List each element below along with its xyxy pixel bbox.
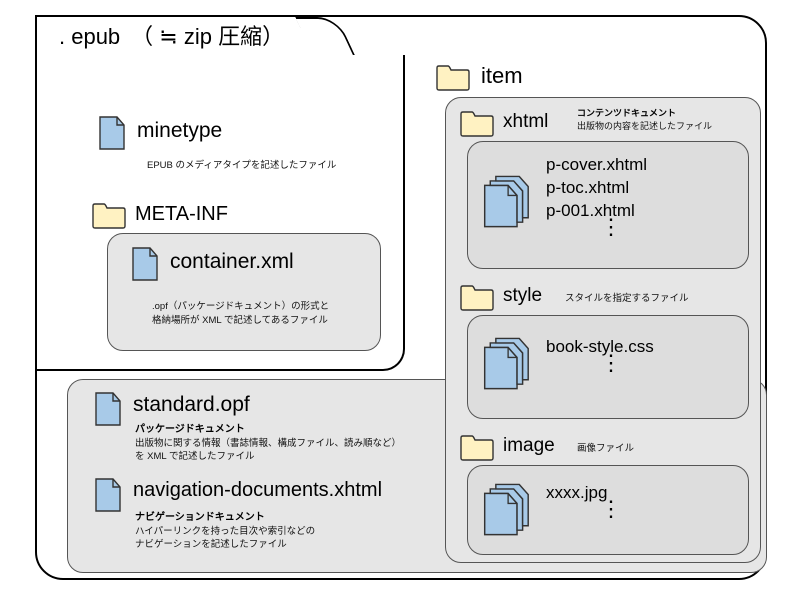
nav-sub: ナビゲーションドキュメント [135, 511, 265, 524]
standard-desc1: 出版物に関する情報（書誌情報、構成ファイル、読み順など） [135, 437, 401, 450]
style-desc: スタイルを指定するファイル [565, 292, 689, 305]
file-icon [93, 477, 123, 513]
style-box: book-style.css ⋮ [467, 315, 749, 419]
metainf-desc1: .opf（パッケージドキュメント）の形式と [152, 300, 329, 313]
epub-title: . epub （ ≒ zip 圧縮） [59, 19, 284, 51]
epub-container: . epub （ ≒ zip 圧縮） minetype EPUB のメディアタイ… [35, 15, 767, 580]
minetype-desc: EPUB のメディアタイプを記述したファイル [147, 159, 336, 172]
folder-icon [435, 63, 471, 91]
xhtml-sub: コンテンツドキュメント [577, 108, 676, 120]
container-label: container.xml [170, 250, 294, 274]
image-label: image [503, 435, 555, 457]
xhtml-file: p-toc.xhtml [546, 177, 647, 200]
standard-desc2: を XML で記述したファイル [135, 450, 254, 463]
metainf-desc2: 格納場所が XML で記述してあるファイル [152, 314, 328, 327]
metainf-box: container.xml .opf（パッケージドキュメント）の形式と 格納場所… [107, 233, 381, 351]
image-files: xxxx.jpg ⋮ [546, 482, 624, 514]
xhtml-label: xhtml [503, 111, 548, 133]
nav-label: navigation-documents.xhtml [133, 479, 382, 502]
xhtml-file: p-001.xhtml [546, 200, 647, 223]
stack-icon [480, 480, 534, 538]
minetype-label: minetype [137, 119, 222, 143]
standard-label: standard.opf [133, 393, 250, 417]
style-label: style [503, 285, 542, 307]
nav-desc2: ナビゲーションを記述したファイル [135, 538, 287, 551]
file-icon [130, 246, 160, 282]
style-files: book-style.css ⋮ [546, 336, 654, 368]
xhtml-desc: 出版物の内容を記述したファイル [577, 120, 712, 133]
xhtml-box: p-cover.xhtml p-toc.xhtml p-001.xhtml ⋮ [467, 141, 749, 269]
item-label: item [481, 63, 523, 89]
image-box: xxxx.jpg ⋮ [467, 465, 749, 555]
left-top-panel: minetype EPUB のメディアタイプを記述したファイル META-INF… [35, 55, 405, 371]
standard-sub: パッケージドキュメント [135, 423, 245, 436]
vdots-icon: ⋮ [546, 505, 624, 514]
vdots-icon: ⋮ [546, 359, 654, 368]
folder-icon [459, 109, 495, 137]
folder-icon [91, 201, 127, 229]
xhtml-files: p-cover.xhtml p-toc.xhtml p-001.xhtml ⋮ [546, 154, 647, 232]
vdots-icon: ⋮ [546, 223, 647, 232]
xhtml-file: p-cover.xhtml [546, 154, 647, 177]
folder-icon [459, 433, 495, 461]
file-icon [93, 391, 123, 427]
metainf-label: META-INF [135, 203, 228, 226]
folder-icon [459, 283, 495, 311]
nav-desc1: ハイパーリンクを持った目次や索引などの [135, 525, 315, 538]
stack-icon [480, 334, 534, 392]
stack-icon [480, 172, 534, 230]
file-icon [97, 115, 127, 151]
image-desc: 画像ファイル [577, 442, 634, 455]
